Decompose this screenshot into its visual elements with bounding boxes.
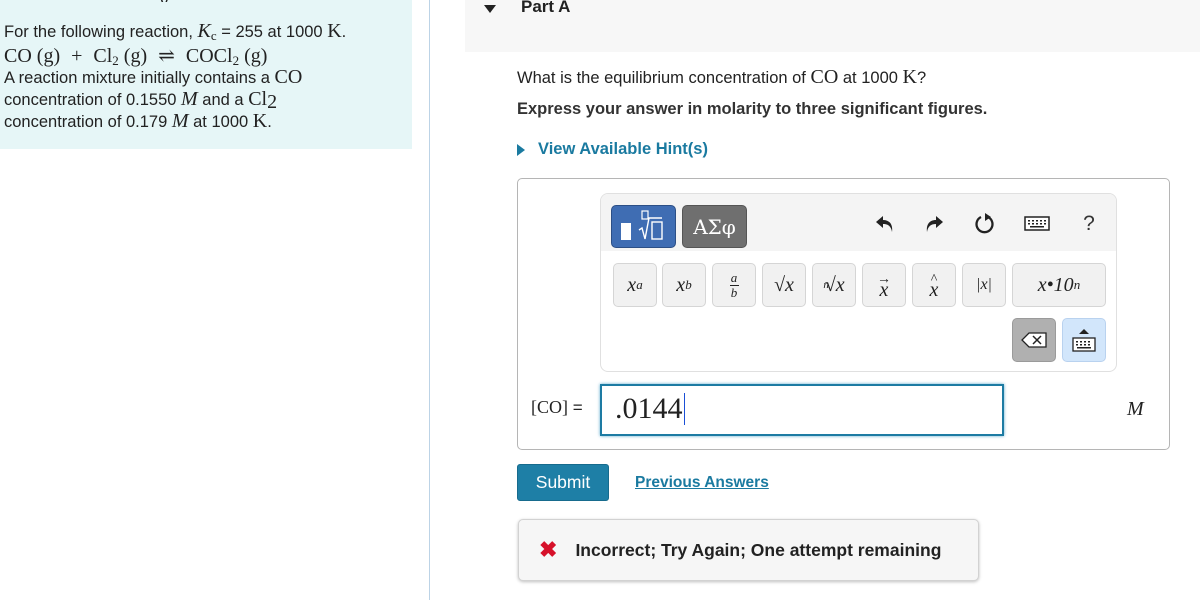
panel-divider [429,0,430,600]
superscript-button[interactable]: xa [613,263,657,307]
templates-icon [621,210,663,240]
equilibrium-arrow: ⇌ [158,45,175,67]
templates-button[interactable] [611,205,676,248]
fraction-button[interactable]: a b [712,263,756,307]
reset-button[interactable] [972,211,998,237]
undo-button[interactable] [872,211,898,237]
feedback-message-box: ✖ Incorrect; Try Again; One attempt rema… [518,519,979,581]
collapse-part-icon[interactable] [484,5,496,13]
symbols-button[interactable]: ΑΣφ [682,205,747,248]
unit-vector-button[interactable]: ^ x [912,263,956,307]
undo-icon [876,216,893,232]
problem-line-initial: A reaction mixture initially contains a … [4,66,303,88]
part-header [465,0,1200,52]
delete-button[interactable] [1012,318,1056,362]
question-text: What is the equilibrium concentration of… [517,66,927,88]
expand-triangle-icon [517,143,525,156]
incorrect-icon: ✖ [539,537,558,562]
nth-root-button[interactable]: n √x [812,263,856,307]
show-keyboard-icon [1072,329,1096,352]
backspace-icon [1021,332,1047,348]
subscript-button[interactable]: xb [662,263,706,307]
problem-line-cl2-conc: concentration of 0.179 M at 1000 K. [4,110,272,132]
answer-value: .0144 [615,392,683,425]
keyboard-icon [1024,216,1050,231]
answer-instruction: Express your answer in molarity to three… [517,100,988,118]
scientific-notation-button[interactable]: x•10 n [1012,263,1106,307]
show-keyboard-button[interactable] [1062,318,1106,362]
clipped-text: y [160,0,169,2]
absolute-value-button[interactable]: |x| [962,263,1006,307]
vector-button[interactable]: → x [862,263,906,307]
help-button[interactable]: ? [1076,211,1102,237]
kc-symbol: K [197,20,211,42]
square-root-button[interactable]: √x [762,263,806,307]
answer-label: [CO] = [531,397,583,417]
math-toolbar: ΑΣφ ? xa xb a b √x n √x → x ^ x |x| x•10… [600,193,1117,372]
problem-line-kc: For the following reaction, Kc = 255 at … [4,20,347,43]
previous-answers-link[interactable]: Previous Answers [635,474,769,492]
submit-button[interactable]: Submit [517,464,609,501]
problem-statement-panel: y For the following reaction, Kc = 255 a… [0,0,412,149]
keyboard-shortcuts-button[interactable] [1022,211,1052,237]
redo-button[interactable] [921,211,947,237]
answer-unit: M [1127,398,1144,420]
view-hints-link[interactable]: View Available Hint(s) [517,140,708,159]
redo-icon [926,216,943,232]
reset-icon [975,213,994,234]
hint-label: View Available Hint(s) [538,140,708,158]
feedback-message: Incorrect; Try Again; One attempt remain… [575,539,942,560]
part-title[interactable]: Part A [521,0,570,17]
text-caret [683,393,685,425]
answer-input[interactable]: .0144 [600,384,1004,436]
